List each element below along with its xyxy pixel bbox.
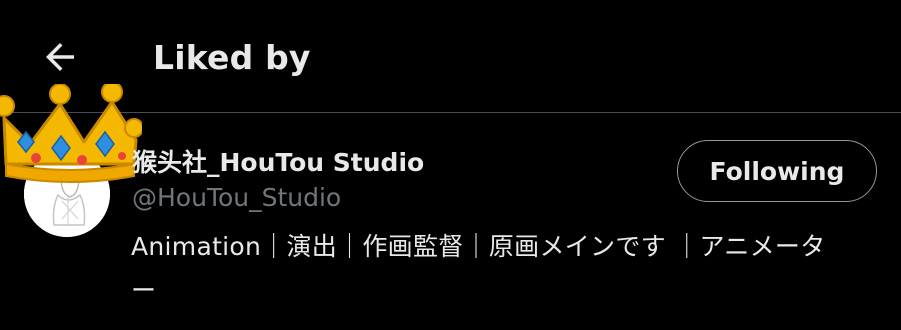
page-title: Liked by (153, 38, 311, 77)
following-button[interactable]: Following (677, 140, 877, 202)
crown-icon (0, 84, 142, 183)
user-handle[interactable]: @HouTou_Studio (132, 183, 341, 213)
back-button[interactable] (36, 33, 84, 81)
display-name[interactable]: 猴头社_HouTou Studio (132, 148, 424, 178)
user-bio: Animation｜演出｜作画監督｜原画メインです ｜アニメーター (131, 232, 826, 305)
arrow-left-icon (46, 43, 74, 71)
